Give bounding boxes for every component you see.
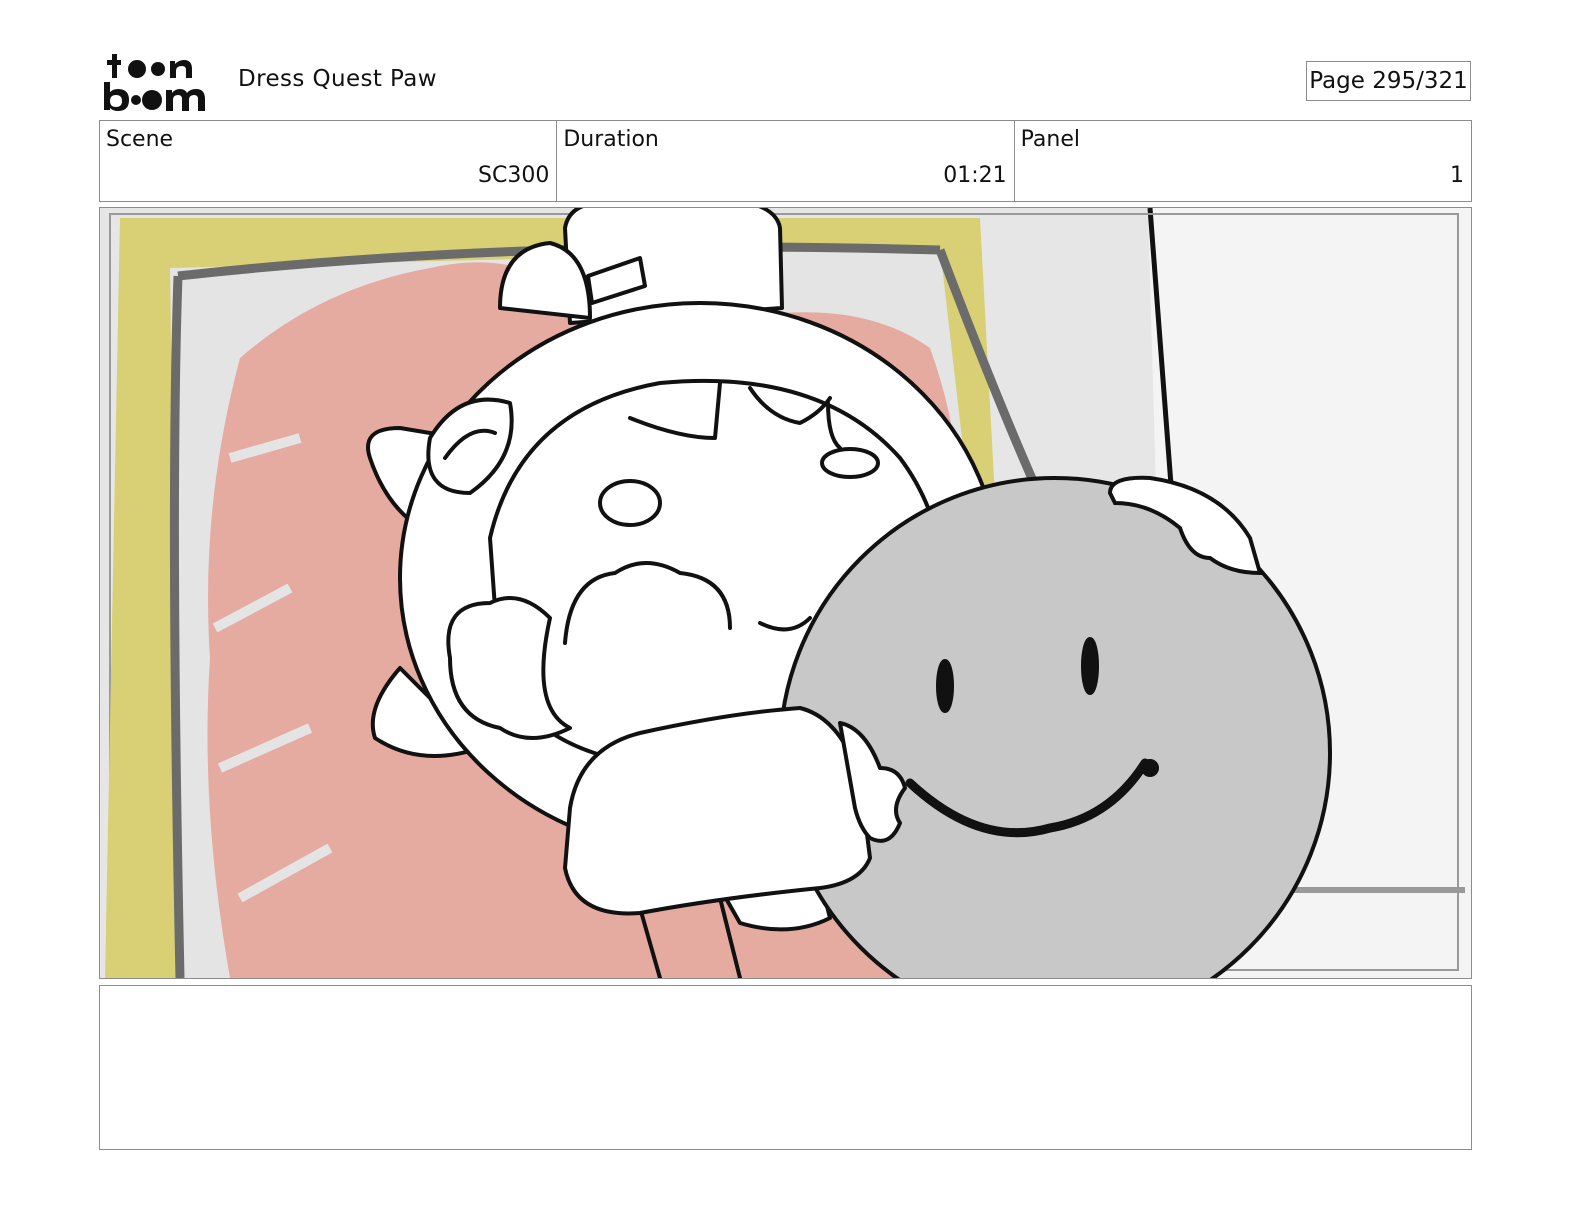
panel-notes-box (99, 985, 1472, 1150)
duration-cell: Duration 01:21 (557, 121, 1015, 201)
page-indicator: Page 295/321 (1306, 61, 1471, 101)
panel-cell: Panel 1 (1015, 121, 1471, 201)
logo-bottom-row (104, 82, 205, 111)
duration-label: Duration (563, 127, 659, 152)
storyboard-panel-image (99, 207, 1472, 979)
panel-info-table: Scene SC300 Duration 01:21 Panel 1 (99, 120, 1472, 202)
logo-top-row (107, 54, 192, 78)
page-label: Page 295/321 (1309, 68, 1468, 94)
toonboom-logo (104, 52, 216, 112)
panel-label: Panel (1020, 127, 1081, 152)
scene-label: Scene (106, 127, 174, 152)
scene-value: SC300 (478, 163, 550, 188)
scene-cell: Scene SC300 (100, 121, 558, 201)
duration-value: 01:21 (943, 163, 1007, 188)
project-title: Dress Quest Paw (238, 66, 437, 92)
panel-value: 1 (1449, 163, 1464, 188)
